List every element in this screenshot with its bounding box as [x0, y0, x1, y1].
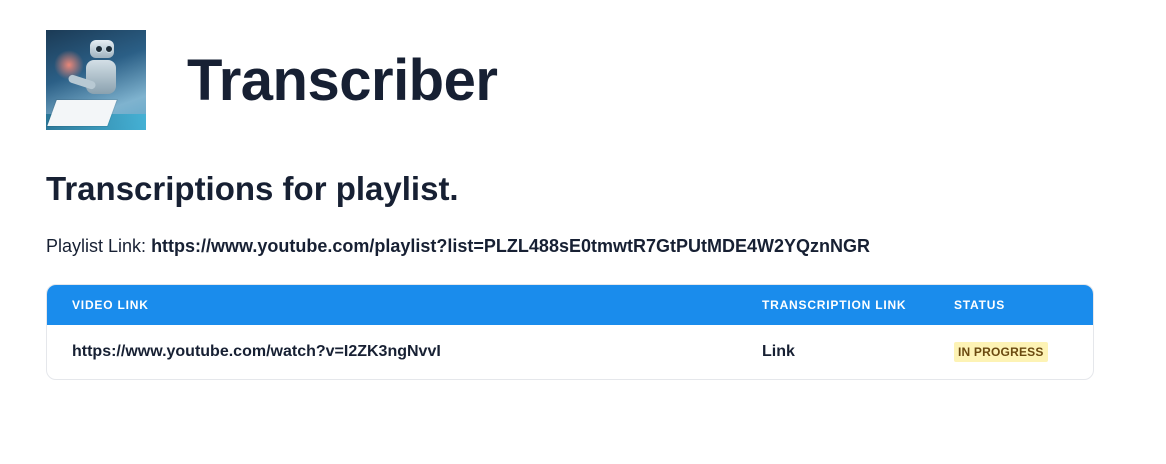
status-badge: IN PROGRESS: [954, 342, 1048, 362]
robot-writing-icon: [46, 30, 146, 130]
playlist-link-line: Playlist Link: https://www.youtube.com/p…: [46, 236, 870, 257]
column-header-transcription-link: TRANSCRIPTION LINK: [762, 298, 907, 312]
table-row: https://www.youtube.com/watch?v=I2ZK3ngN…: [47, 325, 1093, 379]
app-title: Transcriber: [187, 47, 498, 113]
table-header-row: VIDEO LINK TRANSCRIPTION LINK STATUS: [47, 285, 1093, 325]
playlist-link-label: Playlist Link:: [46, 236, 147, 256]
column-header-video-link: VIDEO LINK: [72, 298, 149, 312]
page-title: Transcriptions for playlist.: [46, 170, 459, 207]
transcriptions-table: VIDEO LINK TRANSCRIPTION LINK STATUS htt…: [46, 284, 1094, 380]
video-link[interactable]: https://www.youtube.com/watch?v=I2ZK3ngN…: [72, 343, 441, 360]
app-header: Transcriber: [46, 30, 498, 130]
playlist-url-link[interactable]: https://www.youtube.com/playlist?list=PL…: [151, 236, 870, 256]
column-header-status: STATUS: [954, 298, 1006, 312]
transcription-link[interactable]: Link: [762, 343, 795, 360]
